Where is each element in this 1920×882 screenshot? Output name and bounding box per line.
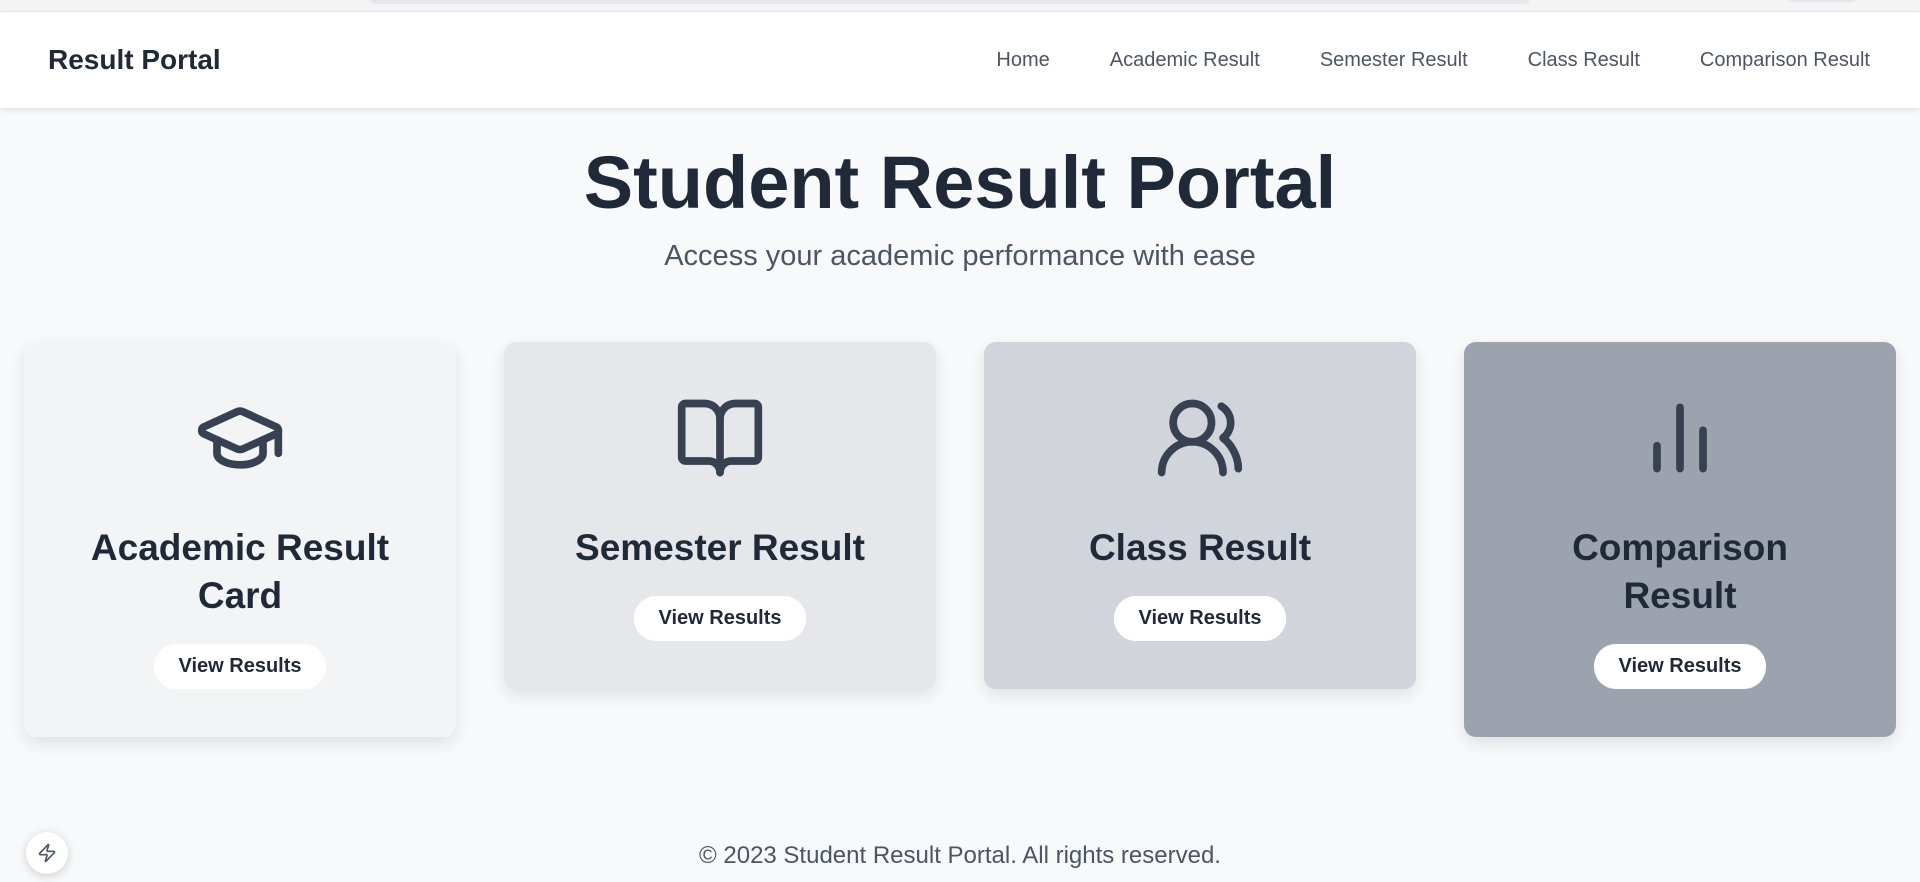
page-title: Student Result Portal bbox=[583, 141, 1337, 224]
card-semester-result[interactable]: Semester Result View Results bbox=[504, 342, 936, 689]
card-title: Comparison Result bbox=[1572, 527, 1788, 616]
view-results-button[interactable]: View Results bbox=[154, 644, 326, 689]
site-header: Result Portal Home Academic Result Semes… bbox=[0, 12, 1920, 108]
book-open-icon bbox=[674, 392, 766, 484]
view-results-button[interactable]: View Results bbox=[1114, 596, 1286, 641]
page-subtitle: Access your academic performance with ea… bbox=[664, 240, 1256, 272]
main-nav: Home Academic Result Semester Result Cla… bbox=[996, 49, 1870, 72]
lightning-bolt-icon[interactable] bbox=[26, 832, 68, 874]
view-results-button[interactable]: View Results bbox=[1594, 644, 1766, 689]
nav-academic-result[interactable]: Academic Result bbox=[1110, 49, 1260, 72]
nav-comparison-result[interactable]: Comparison Result bbox=[1700, 49, 1870, 72]
browser-tab-pill[interactable] bbox=[1788, 0, 1856, 2]
card-title: Class Result bbox=[1088, 527, 1312, 568]
result-cards: Academic Result Card View Results Semest… bbox=[24, 342, 1896, 737]
hero-section: Student Result Portal Access your academ… bbox=[0, 138, 1920, 273]
graduation-cap-icon bbox=[194, 392, 286, 484]
nav-semester-result[interactable]: Semester Result bbox=[1320, 49, 1468, 72]
browser-top-strip bbox=[0, 0, 1920, 12]
view-results-button[interactable]: View Results bbox=[634, 596, 806, 641]
card-class-result[interactable]: Class Result View Results bbox=[984, 342, 1416, 689]
nav-home[interactable]: Home bbox=[996, 49, 1049, 72]
brand-logo-text[interactable]: Result Portal bbox=[48, 44, 221, 76]
users-icon bbox=[1154, 392, 1246, 484]
card-academic-result[interactable]: Academic Result Card View Results bbox=[24, 342, 456, 737]
card-title: Academic Result Card bbox=[90, 527, 390, 616]
nav-class-result[interactable]: Class Result bbox=[1528, 49, 1640, 72]
site-footer: © 2023 Student Result Portal. All rights… bbox=[699, 842, 1221, 869]
card-title: Semester Result bbox=[575, 527, 865, 568]
bar-chart-icon bbox=[1634, 392, 1726, 484]
address-bar[interactable] bbox=[370, 0, 1530, 4]
card-comparison-result[interactable]: Comparison Result View Results bbox=[1464, 342, 1896, 737]
